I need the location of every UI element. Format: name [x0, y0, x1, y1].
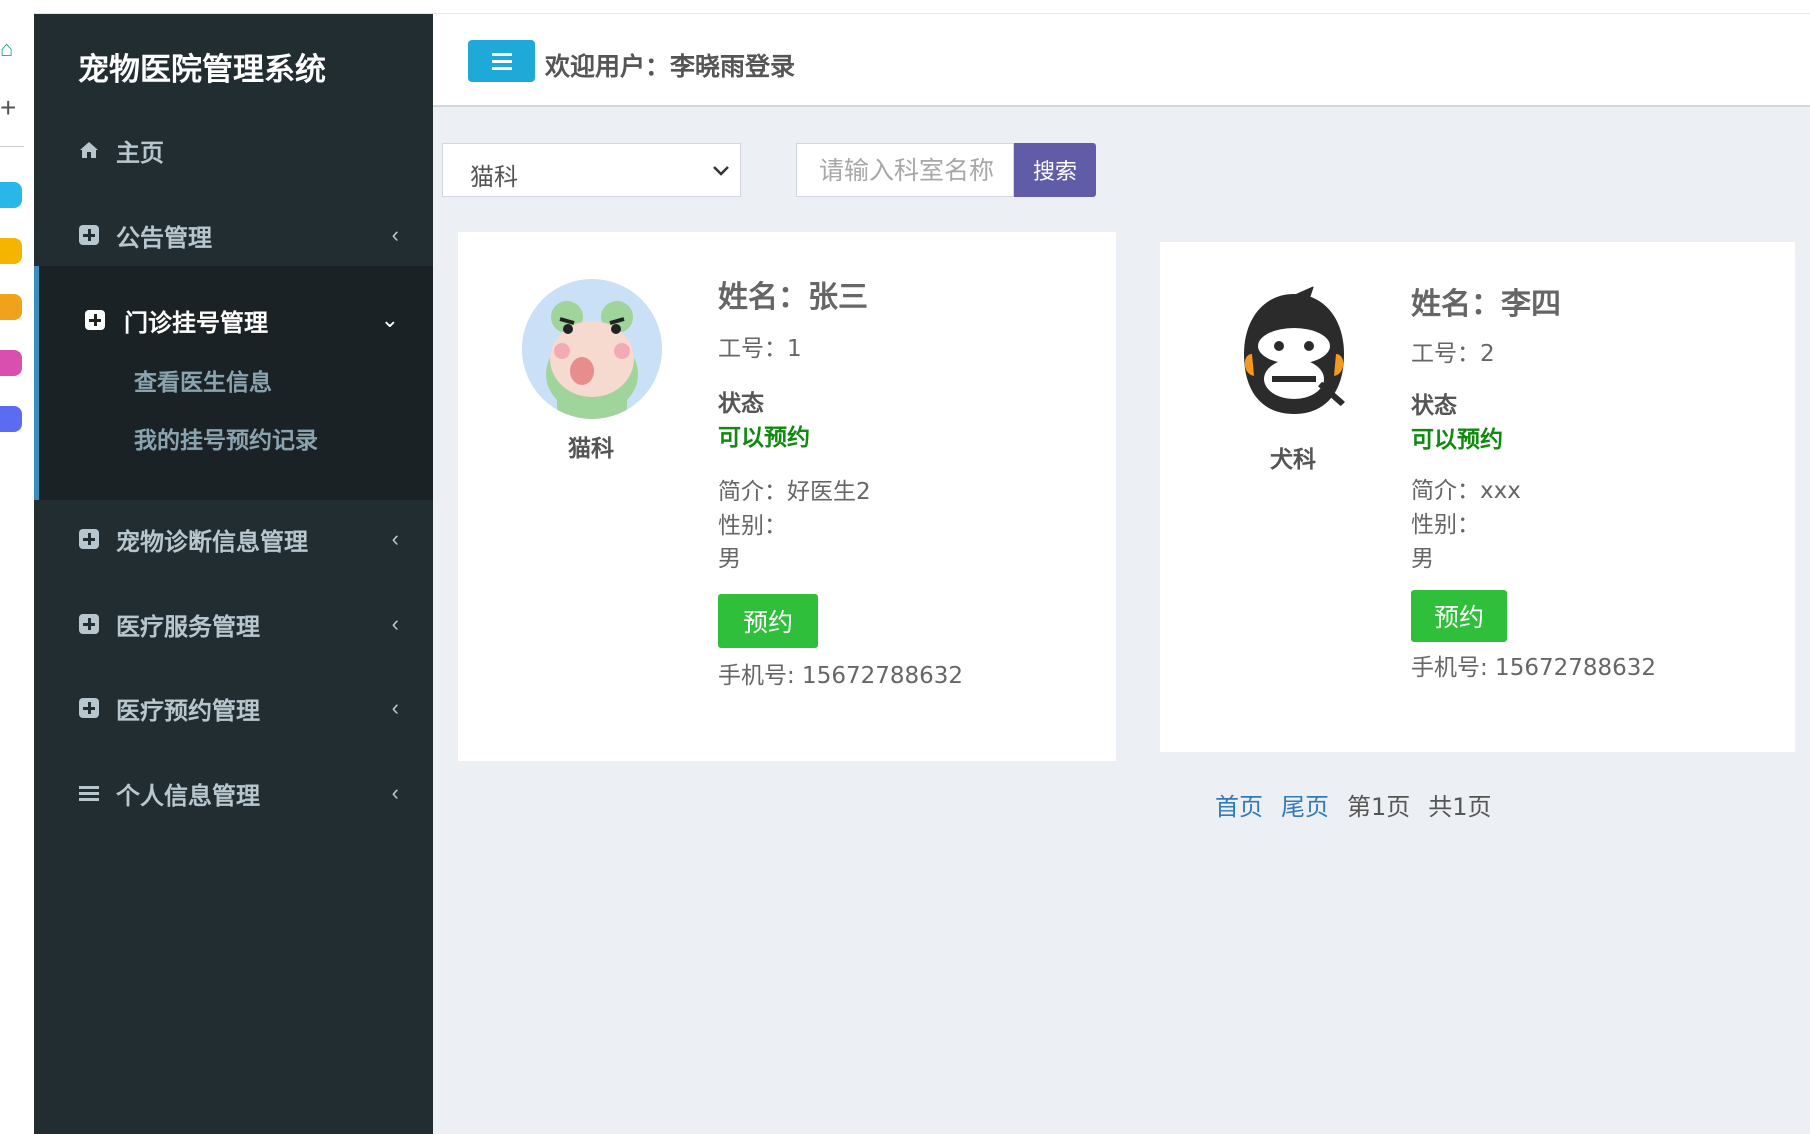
sidebar-item-notice[interactable]: 公告管理 ‹	[34, 207, 433, 263]
last-page-link[interactable]: 尾页	[1281, 787, 1329, 822]
doctor-name: 姓名：张三	[718, 280, 868, 315]
sidebar-item-label: 门诊挂号管理	[124, 308, 268, 337]
department-search-input[interactable]	[796, 143, 1014, 197]
search-button[interactable]: 搜索	[1014, 143, 1096, 197]
doctor-gender: 男	[718, 546, 741, 572]
sidebar-item-label: 主页	[116, 138, 164, 167]
sidebar: 宠物医院管理系统 主页 公告管理 ‹ 门诊挂号管理 ⌄ 查看医生信息 我的挂号预…	[34, 14, 433, 1134]
doctor-gender-label: 性别：	[718, 513, 787, 539]
chevron-down-icon	[712, 157, 730, 183]
pagination: 首页 尾页 第1页 共1页	[1215, 787, 1492, 822]
sidebar-item-label: 宠物诊断信息管理	[116, 527, 308, 556]
chevron-down-icon: ⌄	[380, 307, 399, 332]
plus-square-icon	[78, 613, 100, 635]
sidebar-item-home[interactable]: 主页	[34, 122, 433, 178]
list-icon	[78, 782, 100, 804]
sidebar-item-label: 医疗预约管理	[116, 696, 260, 725]
plus-square-icon	[84, 309, 106, 331]
doctor-phone: 手机号: 15672788632	[1411, 655, 1657, 681]
home-icon	[78, 139, 100, 161]
sidebar-item-label: 公告管理	[116, 223, 212, 252]
gorilla-avatar-icon	[1224, 284, 1364, 424]
add-icon[interactable]: +	[0, 94, 16, 122]
chevron-left-icon: ‹	[391, 780, 399, 805]
doctor-intro: 简介：xxx	[1411, 478, 1521, 504]
status-value: 可以预约	[1411, 427, 1503, 453]
department-label: 犬科	[1270, 447, 1316, 473]
status-label: 状态	[718, 391, 764, 417]
sidebar-item-registration[interactable]: 门诊挂号管理 ⌄	[34, 292, 433, 348]
chevron-left-icon: ‹	[391, 222, 399, 247]
status-label: 状态	[1411, 393, 1457, 419]
browser-bookmark-bar	[0, 0, 1810, 14]
department-select[interactable]: 猫科	[442, 143, 741, 197]
department-label: 猫科	[568, 436, 614, 462]
book-button[interactable]: 预约	[718, 594, 818, 648]
sidebar-toggle-button[interactable]	[468, 40, 535, 82]
plus-square-icon	[78, 697, 100, 719]
app-shortcut-icon[interactable]	[0, 182, 22, 208]
doctor-phone: 手机号: 15672788632	[718, 663, 964, 689]
chevron-left-icon: ‹	[391, 611, 399, 636]
plus-square-icon	[78, 528, 100, 550]
plus-square-icon	[78, 224, 100, 246]
doctor-intro: 简介：好医生2	[718, 479, 871, 505]
app-title: 宠物医院管理系统	[78, 52, 326, 88]
chevron-left-icon: ‹	[391, 695, 399, 720]
doctor-card: 犬科 姓名：李四 工号：2 状态 可以预约 简介：xxx 性别： 男 预约 手机…	[1160, 242, 1795, 752]
total-pages: 共1页	[1428, 793, 1492, 821]
star-shortcut-icon[interactable]	[0, 238, 22, 264]
home-outline-icon[interactable]: ⌂	[0, 38, 13, 60]
doctor-card: 猫科 姓名：张三 工号：1 状态 可以预约 简介：好医生2 性别： 男 预约 手…	[458, 232, 1116, 761]
sidebar-item-label: 个人信息管理	[116, 781, 260, 810]
doctor-gender: 男	[1411, 546, 1434, 572]
chevron-left-icon: ‹	[391, 526, 399, 551]
top-header: 欢迎用户：李晓雨登录	[433, 14, 1810, 107]
submenu-my-appointments[interactable]: 我的挂号预约记录	[134, 421, 318, 455]
book-button[interactable]: 预约	[1411, 590, 1507, 642]
status-value: 可以预约	[718, 425, 810, 451]
ai-shortcut-icon[interactable]	[0, 350, 22, 376]
department-select-value: 猫科	[470, 163, 518, 191]
divider	[0, 146, 24, 147]
welcome-text: 欢迎用户：李晓雨登录	[545, 52, 796, 81]
frog-avatar-icon	[522, 279, 662, 419]
doctor-gender-label: 性别：	[1411, 512, 1480, 538]
sidebar-item-label: 医疗服务管理	[116, 612, 260, 641]
current-page: 第1页	[1347, 793, 1411, 821]
ai-assistant-icon[interactable]	[0, 406, 22, 432]
hamburger-icon	[491, 52, 512, 56]
sidebar-item-medical-service[interactable]: 医疗服务管理 ‹	[34, 596, 433, 652]
sidebar-item-profile[interactable]: 个人信息管理 ‹	[34, 765, 433, 821]
doctor-name: 姓名：李四	[1411, 287, 1561, 322]
bot-shortcut-icon[interactable]	[0, 294, 22, 320]
doctor-job-no: 工号：2	[1411, 341, 1495, 367]
browser-side-panel: ⌂ +	[0, 0, 34, 1134]
first-page-link[interactable]: 首页	[1215, 787, 1263, 822]
sidebar-item-diagnosis[interactable]: 宠物诊断信息管理 ‹	[34, 511, 433, 567]
doctor-job-no: 工号：1	[718, 336, 802, 362]
main-content: 猫科 搜索 猫科 姓名：张三	[433, 107, 1810, 1134]
sidebar-item-medical-appointment[interactable]: 医疗预约管理 ‹	[34, 680, 433, 736]
submenu-doctor-info[interactable]: 查看医生信息	[134, 363, 272, 397]
